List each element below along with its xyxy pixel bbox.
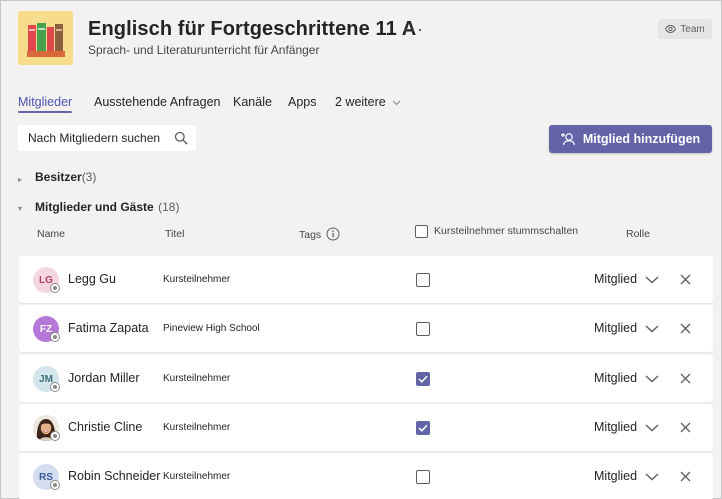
owners-count: (3): [81, 170, 97, 184]
add-member-button[interactable]: Mitglied hinzufügen: [549, 125, 712, 153]
team-subtitle: Sprach- und Literaturunterricht für Anfä…: [88, 43, 320, 57]
members-section-header[interactable]: Mitglieder und Gäste (18): [35, 198, 179, 216]
remove-member-icon[interactable]: [680, 323, 691, 334]
member-title: Kursteilnehmer: [163, 471, 231, 482]
owners-title: Besitzer: [35, 170, 82, 184]
checkmark-icon: [418, 424, 428, 432]
role-label[interactable]: Mitglied: [594, 272, 637, 286]
role-label[interactable]: Mitglied: [594, 420, 637, 434]
checkmark-icon: [418, 375, 428, 383]
member-name: Christie Cline: [68, 420, 143, 434]
role-label[interactable]: Mitglied: [594, 371, 637, 385]
member-row[interactable]: JM Jordan Miller Kursteilnehmer Mitglied: [19, 355, 713, 402]
member-row[interactable]: LG Legg Gu Kursteilnehmer Mitglied: [19, 256, 713, 303]
status-offline-icon: [50, 382, 60, 392]
owners-section-header[interactable]: Besitzer(3): [35, 168, 96, 186]
chevron-down-icon: [392, 100, 401, 105]
member-name: Jordan Miller: [68, 371, 140, 385]
remove-member-icon[interactable]: [680, 422, 691, 433]
caret-down-icon: ▾: [18, 204, 23, 213]
status-offline-icon: [50, 431, 60, 441]
team-visibility-badge: Team: [658, 19, 712, 39]
member-row[interactable]: RS Robin Schneider Kursteilnehmer Mitgli…: [19, 453, 713, 499]
mute-checkbox[interactable]: [416, 322, 430, 336]
eye-icon: [665, 25, 677, 33]
member-row[interactable]: Christie Cline Kursteilnehmer Mitglied: [19, 404, 713, 451]
mute-checkbox[interactable]: [416, 273, 430, 287]
tab-mitglieder[interactable]: Mitglieder: [18, 95, 72, 109]
member-title: Kursteilnehmer: [163, 422, 231, 433]
info-icon[interactable]: [326, 227, 340, 241]
more-options-button[interactable]: ···: [403, 19, 424, 40]
mute-all-checkbox[interactable]: [415, 225, 428, 238]
members-count: (18): [158, 200, 180, 214]
tab-kanaele[interactable]: Kanäle: [233, 95, 272, 109]
mute-checkbox-checked[interactable]: [416, 421, 430, 435]
tab-ausstehende-anfragen[interactable]: Ausstehende Anfragen: [94, 95, 221, 109]
chevron-down-icon[interactable]: [645, 276, 659, 284]
role-label[interactable]: Mitglied: [594, 469, 637, 483]
column-header-name[interactable]: Name: [37, 228, 65, 240]
members-title: Mitglieder und Gäste: [35, 200, 154, 214]
member-name: Legg Gu: [68, 272, 116, 286]
member-row[interactable]: FZ Fatima Zapata Pineview High School Mi…: [19, 305, 713, 352]
owners-section-toggle[interactable]: ▸: [18, 169, 22, 187]
tab-more[interactable]: 2 weitere: [335, 95, 401, 109]
chevron-down-icon[interactable]: [645, 325, 659, 333]
team-logo: [18, 11, 73, 65]
chevron-down-icon[interactable]: [645, 424, 659, 432]
team-title: Englisch für Fortgeschrittene 11 A: [88, 18, 417, 40]
member-title: Kursteilnehmer: [163, 373, 231, 384]
caret-right-icon: ▸: [18, 175, 23, 184]
remove-member-icon[interactable]: [680, 373, 691, 384]
column-header-mute: Kursteilnehmer stummschalten: [434, 225, 579, 237]
status-offline-icon: [50, 332, 60, 342]
search-input[interactable]: Nach Mitgliedern suchen: [18, 125, 196, 151]
role-label[interactable]: Mitglied: [594, 321, 637, 335]
mute-checkbox[interactable]: [416, 470, 430, 484]
search-icon: [174, 131, 188, 145]
member-name: Fatima Zapata: [68, 321, 149, 335]
members-section-toggle[interactable]: ▾: [18, 198, 22, 216]
column-header-role[interactable]: Rolle: [626, 228, 650, 240]
remove-member-icon[interactable]: [680, 471, 691, 482]
column-header-title[interactable]: Titel: [165, 228, 184, 240]
active-tab-indicator: [18, 111, 72, 113]
tab-apps[interactable]: Apps: [288, 95, 317, 109]
mute-checkbox-checked[interactable]: [416, 372, 430, 386]
add-member-label: Mitglied hinzufügen: [582, 132, 701, 146]
member-title: Kursteilnehmer: [163, 274, 231, 285]
status-offline-icon: [50, 283, 60, 293]
member-title: Pineview High School: [163, 323, 260, 334]
chevron-down-icon[interactable]: [645, 375, 659, 383]
chevron-down-icon[interactable]: [645, 473, 659, 481]
column-header-tags[interactable]: Tags: [299, 229, 321, 241]
team-badge-label: Team: [680, 23, 705, 35]
search-placeholder: Nach Mitgliedern suchen: [28, 131, 161, 145]
member-name: Robin Schneider: [68, 469, 161, 483]
tab-more-label: 2 weitere: [335, 95, 386, 109]
status-offline-icon: [50, 480, 60, 490]
remove-member-icon[interactable]: [680, 274, 691, 285]
add-person-icon: [560, 133, 575, 146]
